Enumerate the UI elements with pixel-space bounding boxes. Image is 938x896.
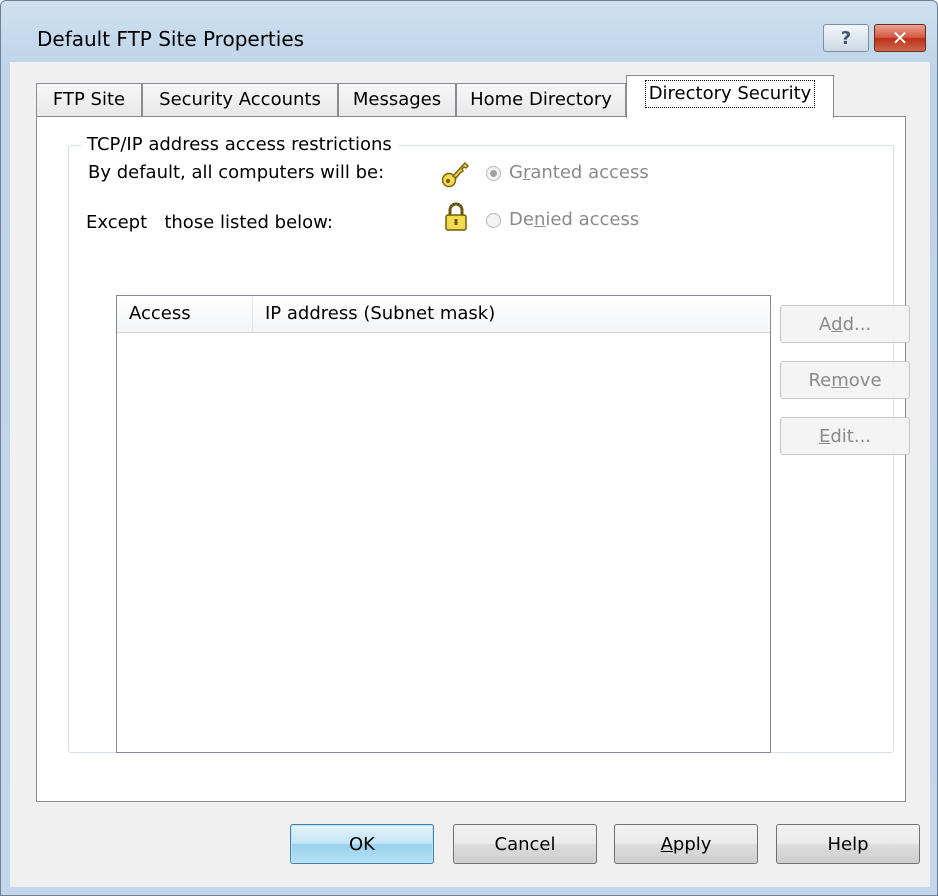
default-access-label: By default, all computers will be: [88, 162, 385, 183]
tab-label: Directory Security [644, 80, 816, 108]
ip-address-list[interactable]: Access IP address (Subnet mask) [116, 295, 771, 753]
granted-access-radio[interactable] [486, 166, 501, 181]
edit-button[interactable]: Edit... [780, 417, 910, 455]
apply-accel: A [660, 833, 673, 855]
dialog-title: Default FTP Site Properties [37, 27, 305, 51]
apply-post: pply [672, 833, 712, 855]
properties-dialog: Default FTP Site Properties ? ✕ FTP Site… [0, 0, 938, 896]
remove-button[interactable]: Re m ove [780, 361, 910, 399]
tab-label: Home Directory [470, 89, 612, 110]
denied-pre: De [509, 209, 534, 230]
dialog-client-area: FTP Site Security Accounts Messages Home… [10, 62, 930, 887]
denied-accel: n [533, 209, 546, 230]
list-header: Access IP address (Subnet mask) [117, 296, 770, 333]
column-header-ip-address[interactable]: IP address (Subnet mask) [265, 296, 495, 332]
tab-label: FTP Site [52, 89, 126, 110]
granted-pre: G [509, 162, 523, 183]
add-button[interactable]: Ad d... [780, 305, 910, 343]
tab-home-directory[interactable]: Home Directory [456, 83, 626, 116]
denied-post: ied access [545, 209, 640, 230]
remove-accel: m [831, 369, 849, 391]
denied-access-radio[interactable] [486, 213, 501, 228]
help-caption-button[interactable]: ? [823, 24, 869, 52]
help-button[interactable]: Help [776, 824, 920, 864]
apply-button[interactable]: Apply [614, 824, 758, 864]
key-icon [441, 162, 469, 188]
tab-directory-security[interactable]: Directory Security [626, 75, 834, 118]
ok-button[interactable]: OK [290, 824, 434, 864]
tab-messages[interactable]: Messages [338, 83, 456, 116]
tab-security-accounts[interactable]: Security Accounts [142, 83, 338, 116]
tab-ftp-site[interactable]: FTP Site [36, 83, 142, 116]
add-post: d... [842, 313, 872, 335]
remove-pre: Re [808, 369, 832, 391]
lock-icon [445, 202, 467, 231]
close-button[interactable]: ✕ [874, 24, 926, 52]
edit-post: dit... [830, 425, 872, 447]
tab-label: Messages [352, 89, 442, 110]
add-accel: d [831, 313, 843, 335]
granted-access-label[interactable]: Granted access [509, 162, 649, 183]
granted-post: anted access [530, 162, 649, 183]
remove-post: ove [848, 369, 882, 391]
column-header-access[interactable]: Access [129, 296, 191, 332]
tab-panel: TCP/IP address access restrictions By de… [36, 116, 910, 802]
group-legend: TCP/IP address access restrictions [81, 134, 398, 155]
denied-access-label[interactable]: Denied access [509, 209, 639, 230]
cancel-button[interactable]: Cancel [453, 824, 597, 864]
edit-accel: E [818, 425, 831, 447]
add-pre: A [818, 313, 832, 335]
column-divider[interactable] [252, 296, 253, 332]
except-label: Except those listed below: [86, 212, 333, 233]
tab-label: Security Accounts [159, 89, 321, 110]
ip-restrictions-group: TCP/IP address access restrictions By de… [68, 134, 910, 753]
